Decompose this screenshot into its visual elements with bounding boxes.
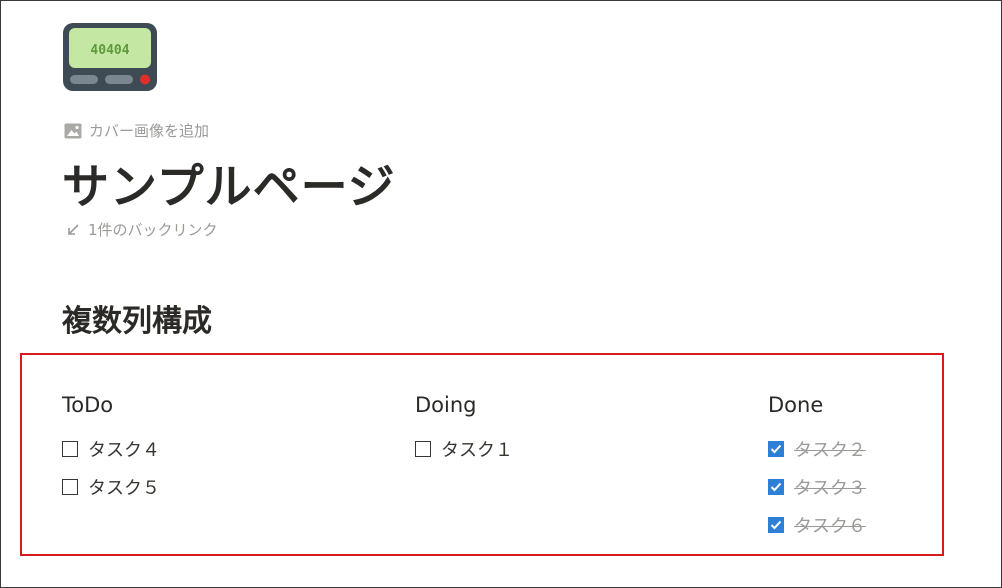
check-icon [770, 520, 782, 530]
pager-display-text: 40404 [90, 43, 129, 58]
add-cover-button[interactable]: カバー画像を追加 [64, 120, 209, 141]
todo-text[interactable]: タスク５ [88, 474, 160, 500]
checkbox[interactable] [62, 441, 78, 457]
todo-item: タスク５ [62, 468, 160, 506]
todo-item: タスク１ [415, 430, 513, 468]
todo-text[interactable]: タスク２ [794, 436, 866, 462]
checkbox-checked[interactable] [768, 479, 784, 495]
column-title[interactable]: ToDo [62, 390, 160, 420]
todo-text[interactable]: タスク３ [794, 474, 866, 500]
column-todo: ToDo タスク４ タスク５ [62, 390, 160, 506]
checkbox[interactable] [415, 441, 431, 457]
checkbox[interactable] [62, 479, 78, 495]
checkbox-checked[interactable] [768, 441, 784, 457]
todo-text[interactable]: タスク１ [441, 436, 513, 462]
check-icon [770, 444, 782, 454]
todo-text[interactable]: タスク６ [794, 512, 866, 538]
arrow-down-left-icon [68, 223, 79, 235]
page-title[interactable]: サンプルページ [62, 148, 396, 217]
todo-item: タスク３ [768, 468, 866, 506]
checkbox-checked[interactable] [768, 517, 784, 533]
column-title[interactable]: Done [768, 390, 866, 420]
column-doing: Doing タスク１ [415, 390, 513, 468]
image-icon [64, 123, 82, 138]
todo-item: タスク２ [768, 430, 866, 468]
todo-text[interactable]: タスク４ [88, 436, 160, 462]
section-heading[interactable]: 複数列構成 [62, 296, 212, 340]
check-icon [770, 482, 782, 492]
pager-icon[interactable]: 40404 [62, 22, 158, 92]
backlinks-link[interactable]: 1件のバックリンク [66, 219, 218, 240]
todo-item: タスク６ [768, 506, 866, 544]
todo-item: タスク４ [62, 430, 160, 468]
column-done: Done タスク２ タスク３ タスク６ [768, 390, 866, 544]
backlinks-label: 1件のバックリンク [88, 221, 218, 239]
column-title[interactable]: Doing [415, 390, 513, 420]
add-cover-label: カバー画像を追加 [89, 122, 210, 140]
